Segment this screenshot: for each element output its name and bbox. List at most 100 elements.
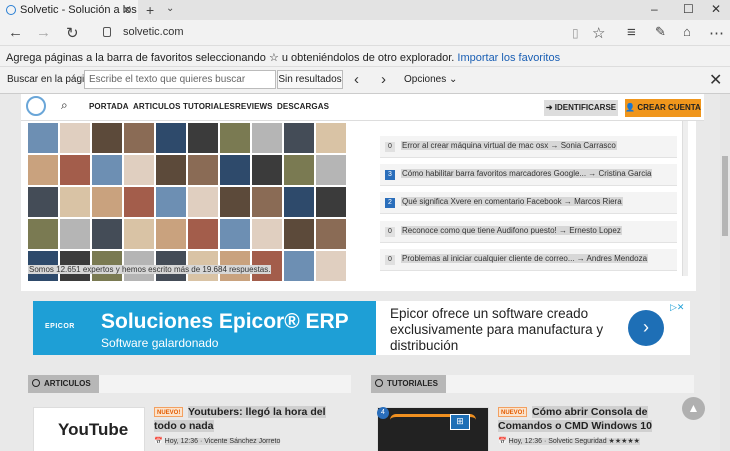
member-avatar[interactable] [284, 187, 314, 217]
address-bar[interactable]: solvetic.com [123, 26, 184, 38]
nav-articulos[interactable]: ARTICULOS [133, 102, 181, 111]
find-input[interactable] [84, 70, 276, 89]
member-avatar[interactable] [124, 187, 154, 217]
forward-icon[interactable]: → [36, 24, 51, 41]
question-text[interactable]: Cómo habilitar barra favoritos marcadore… [401, 169, 653, 178]
member-avatar[interactable] [252, 187, 282, 217]
member-avatar[interactable] [316, 155, 346, 185]
member-avatar[interactable] [92, 155, 122, 185]
member-avatar[interactable] [92, 123, 122, 153]
article-title[interactable]: Youtubers: llegó la hora del todo o nada [154, 405, 349, 433]
tutorials-header-label[interactable]: TUTORIALES [371, 375, 446, 393]
questions-scrollbar[interactable] [682, 121, 688, 276]
member-avatar[interactable] [252, 123, 282, 153]
find-previous-icon[interactable]: ‹ [354, 71, 359, 88]
close-tab-icon[interactable]: ✕ [122, 3, 132, 17]
member-avatar[interactable] [60, 187, 90, 217]
question-row[interactable]: 0 Error al crear máquina virtual de mac o… [380, 136, 677, 158]
find-options-button[interactable]: Opciones ⌄ [404, 74, 457, 85]
member-avatar[interactable] [316, 123, 346, 153]
member-avatar[interactable] [284, 123, 314, 153]
member-avatar[interactable] [124, 123, 154, 153]
ad-arrow-icon[interactable]: › [628, 310, 664, 346]
question-text[interactable]: Error al crear máquina virtual de mac os… [401, 141, 617, 150]
tutorial-title[interactable]: Cómo abrir Consola de Comandos o CMD Win… [498, 405, 696, 433]
answer-count: 0 [385, 227, 395, 237]
close-find-icon[interactable]: ✕ [709, 70, 722, 90]
articles-header-label[interactable]: ARTICULOS [28, 375, 99, 393]
member-avatar[interactable] [252, 155, 282, 185]
site-search-icon[interactable]: ⌕ [61, 98, 68, 113]
member-avatar[interactable] [156, 187, 186, 217]
member-avatar[interactable] [284, 155, 314, 185]
hub-icon[interactable]: ≡ [627, 24, 636, 41]
refresh-icon[interactable]: ↻ [66, 24, 79, 42]
page-scrollbar[interactable] [720, 94, 730, 451]
member-avatar[interactable] [284, 219, 314, 249]
member-avatar[interactable] [220, 187, 250, 217]
import-favorites-link[interactable]: Importar los favoritos [457, 52, 560, 64]
question-text[interactable]: Qué significa Xvere en comentario Facebo… [401, 197, 623, 206]
find-bar: Buscar en la página Sin resultados ‹ › O… [0, 67, 730, 94]
browser-tab[interactable]: Solvetic - Solución a los ✕ [0, 0, 138, 20]
nav-descargas[interactable]: DESCARGAS [277, 102, 329, 111]
member-avatar[interactable] [252, 219, 282, 249]
maximize-button[interactable]: ☐ [683, 2, 694, 16]
question-text[interactable]: Problemas al iniciar cualquier cliente d… [401, 254, 649, 263]
member-avatar[interactable] [28, 155, 58, 185]
member-avatar[interactable] [316, 219, 346, 249]
favorite-star-icon[interactable]: ☆ [592, 24, 605, 42]
member-avatar[interactable] [60, 155, 90, 185]
cmd-tutorial-thumbnail[interactable]: 4 ⊞ [377, 407, 489, 451]
member-avatar[interactable] [156, 155, 186, 185]
more-icon[interactable]: ⋯ [709, 24, 724, 42]
back-to-top-button[interactable]: ▲ [682, 397, 705, 420]
minimize-button[interactable]: – [651, 2, 658, 16]
member-avatar[interactable] [220, 219, 250, 249]
question-row[interactable]: 2 Qué significa Xvere en comentario Faceb… [380, 192, 677, 214]
member-avatar[interactable] [92, 187, 122, 217]
question-text[interactable]: Reconoce como que tiene Audifono puesto!… [401, 226, 622, 235]
member-avatar[interactable] [124, 219, 154, 249]
question-row[interactable]: 3 Cómo habilitar barra favoritos marcador… [380, 164, 677, 186]
member-avatar[interactable] [188, 123, 218, 153]
nav-tutoriales[interactable]: TUTORIALES [183, 102, 235, 111]
member-avatar[interactable] [156, 123, 186, 153]
member-avatar[interactable] [188, 155, 218, 185]
login-button[interactable]: ➜ IDENTIFICARSE [544, 100, 618, 116]
back-icon[interactable]: ← [8, 24, 23, 41]
member-avatar[interactable] [188, 187, 218, 217]
web-note-icon[interactable]: ✎ [655, 24, 666, 40]
reading-view-icon[interactable]: ▯ [572, 26, 579, 40]
tab-list-chevron-icon[interactable]: ⌄ [166, 3, 174, 14]
question-row[interactable]: 0 Problemas al iniciar cualquier cliente … [380, 249, 677, 271]
member-avatar[interactable] [316, 187, 346, 217]
member-avatar[interactable] [220, 123, 250, 153]
member-avatar[interactable] [92, 219, 122, 249]
find-next-icon[interactable]: › [381, 71, 386, 88]
member-avatar[interactable] [60, 219, 90, 249]
ad-banner[interactable]: EPICOR Soluciones Epicor® ERP Software g… [33, 301, 376, 355]
epicor-ad[interactable]: EPICOR Soluciones Epicor® ERP Software g… [33, 301, 690, 355]
nav-reviews[interactable]: REVIEWS [235, 102, 273, 111]
nav-portada[interactable]: PORTADA [89, 102, 129, 111]
member-avatar[interactable] [220, 155, 250, 185]
member-avatar[interactable] [28, 219, 58, 249]
page-scrollbar-thumb[interactable] [722, 156, 728, 236]
member-avatar[interactable] [28, 123, 58, 153]
member-avatar[interactable] [28, 187, 58, 217]
member-avatar[interactable] [124, 155, 154, 185]
close-window-button[interactable]: ✕ [711, 2, 721, 16]
member-avatar[interactable] [188, 219, 218, 249]
share-icon[interactable]: ⌂ [683, 24, 691, 39]
member-avatar[interactable] [284, 251, 314, 281]
question-row[interactable]: 0 Reconoce como que tiene Audifono puesto… [380, 221, 677, 243]
solvetic-logo-icon[interactable] [26, 96, 46, 116]
youtube-article-thumbnail[interactable]: YouTube [33, 407, 145, 451]
ad-choices-icon[interactable]: ▷✕ [670, 302, 684, 313]
new-tab-button[interactable]: + [146, 2, 154, 18]
member-avatar[interactable] [156, 219, 186, 249]
member-avatar[interactable] [60, 123, 90, 153]
signup-button[interactable]: 👤 CREAR CUENTA [625, 99, 701, 117]
member-avatar[interactable] [316, 251, 346, 281]
